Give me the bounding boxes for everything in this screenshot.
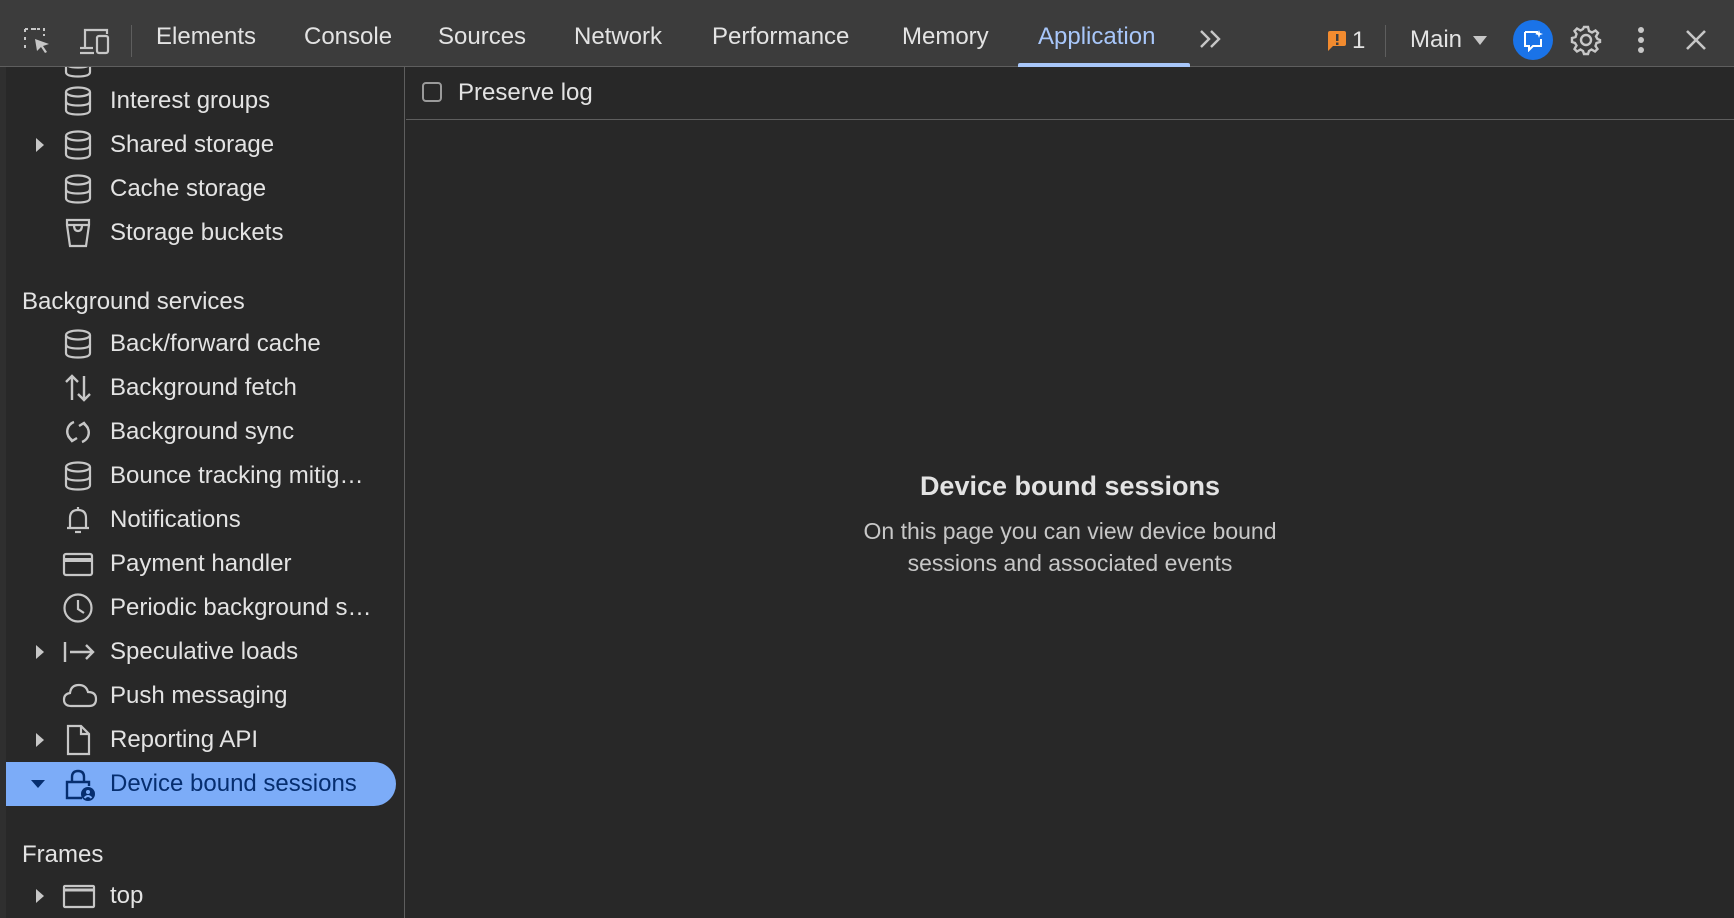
sidebar-item-background-fetch[interactable]: Background fetch [6,366,396,410]
sidebar-item-storage-buckets[interactable]: Storage buckets [6,211,396,255]
dropdown-arrow-icon [1472,34,1488,46]
sidebar-item-label: Push messaging [110,682,288,709]
sidebar-item-label: Background sync [110,418,295,445]
bell-icon [62,504,94,536]
device-bound-sessions-panel: Preserve log Device bound sessions On th… [406,67,1734,918]
application-sidebar: Interest groups Shared storage Cache sto… [0,67,405,918]
clock-icon [62,592,94,624]
expand-arrow-icon[interactable] [34,644,46,660]
sidebar-item-bounce-tracking[interactable]: Bounce tracking mitig… [6,454,396,498]
close-icon[interactable] [1680,24,1712,56]
sidebar-item-notifications[interactable]: Notifications [6,498,396,542]
sidebar-item-label: Shared storage [110,131,275,158]
ai-assistance-button[interactable] [1513,20,1553,60]
sidebar-item-label: Payment handler [110,550,292,577]
sidebar-item-shared-storage[interactable]: Shared storage [6,123,396,167]
tab-sources[interactable]: Sources [438,0,526,66]
section-heading-frames: Frames [22,841,104,868]
sidebar-item-label: Storage buckets [110,219,284,246]
sidebar-item-label: Back/forward cache [110,330,321,357]
preserve-log-checkbox[interactable] [422,82,442,102]
issues-badge[interactable]: 1 [1326,26,1370,56]
devtools-toolbar: Elements Console Sources Network Perform… [0,0,1734,67]
sidebar-item-background-sync[interactable]: Background sync [6,410,396,454]
tab-network[interactable]: Network [574,0,662,66]
sidebar-item-label: Speculative loads [110,638,299,665]
expand-arrow-icon[interactable] [34,888,46,904]
database-icon [62,328,94,360]
sidebar-item-frame-top[interactable]: top [6,874,396,918]
sidebar-item-push-messaging[interactable]: Push messaging [6,674,396,718]
sidebar-item-label: Reporting API [110,726,259,753]
empty-state-title: Device bound sessions [919,471,1221,501]
database-icon [62,129,94,161]
sync-icon [62,416,94,448]
sidebar-item-label: Notifications [110,506,241,533]
sidebar-item-interest-groups[interactable]: Interest groups [6,79,396,123]
sidebar-item-label: Bounce tracking mitig… [110,462,364,489]
lock-icon [62,768,95,801]
database-icon [62,460,94,492]
issues-count: 1 [1352,27,1366,54]
warning-icon [1326,30,1348,52]
sidebar-item-label: Device bound sessions [110,770,357,797]
bucket-icon [62,217,94,249]
sidebar-item-payment-handler[interactable]: Payment handler [6,542,396,586]
sidebar-item-periodic-background-sync[interactable]: Periodic background s… [6,586,396,630]
sidebar-item-label: Interest groups [110,87,271,114]
ai-chat-icon [1521,28,1545,52]
more-options-icon[interactable] [1626,22,1656,58]
target-selector[interactable]: Main [1410,22,1488,58]
arrow-right-bar-icon [62,636,95,668]
up-down-arrows-icon [62,372,94,404]
sidebar-item-speculative-loads[interactable]: Speculative loads [6,630,396,674]
sidebar-item-device-bound-sessions[interactable]: Device bound sessions [6,762,396,806]
sidebar-item-back-forward-cache[interactable]: Back/forward cache [6,322,396,366]
credit-card-icon [62,548,94,580]
toolbar-divider [1385,25,1386,57]
expand-arrow-icon[interactable] [34,732,46,748]
tab-console[interactable]: Console [304,0,392,66]
sidebar-item-label: top [110,882,144,909]
tab-elements[interactable]: Elements [156,0,256,66]
database-icon [62,67,94,79]
sidebar-item-label: Cache storage [110,175,267,202]
toolbar-divider [131,25,132,57]
frame-icon [62,880,96,912]
tab-application[interactable]: Application [1038,0,1155,66]
sidebar-item-reporting-api[interactable]: Reporting API [6,718,396,762]
preserve-log-label[interactable]: Preserve log [458,79,593,107]
more-tabs-chevron-icon[interactable] [1196,24,1226,54]
section-heading-background-services: Background services [22,288,245,315]
device-toolbar-icon[interactable] [76,24,112,58]
empty-state-description: On this page you can view device bound s… [863,518,1277,576]
sidebar-item-label: Periodic background s… [110,594,372,621]
database-icon [62,173,94,205]
panel-toolbar: Preserve log [406,67,1734,120]
database-icon [62,85,94,117]
expand-arrow-icon[interactable] [34,137,46,153]
sidebar-item-cache-storage[interactable]: Cache storage [6,167,396,211]
tab-memory[interactable]: Memory [902,0,989,66]
settings-gear-icon[interactable] [1568,22,1604,58]
collapse-arrow-icon[interactable] [30,778,46,790]
target-label: Main [1410,26,1463,53]
inspect-element-icon[interactable] [20,24,54,58]
tab-performance[interactable]: Performance [712,0,849,66]
sidebar-item-label: Background fetch [110,374,297,401]
cloud-icon [62,680,98,712]
document-icon [62,724,94,756]
